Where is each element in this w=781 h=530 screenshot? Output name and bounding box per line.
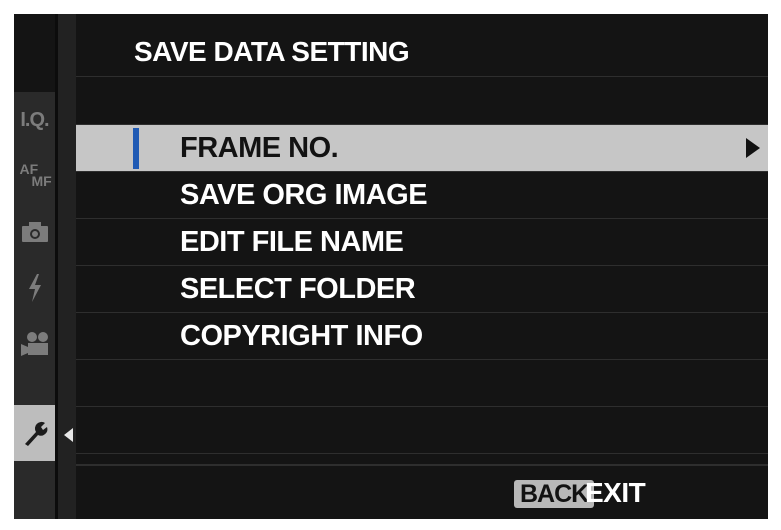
wrench-icon xyxy=(24,421,47,446)
sidebar-tab-setup[interactable] xyxy=(14,405,55,461)
sidebar-tab-movie[interactable] xyxy=(14,316,55,372)
exit-label: EXIT xyxy=(585,477,646,508)
menu-item-copyright-info[interactable]: COPYRIGHT INFO xyxy=(76,313,768,360)
flash-icon xyxy=(28,274,41,302)
selection-indicator xyxy=(133,128,139,169)
menu-item-frame-no[interactable]: FRAME NO. xyxy=(76,125,768,172)
menu-category-sidebar: I.Q. AF MF xyxy=(14,14,55,519)
sidebar-tab-af-mf[interactable]: AF MF xyxy=(14,148,55,204)
settings-menu-list: FRAME NO. SAVE ORG IMAGE EDIT FILE NAME … xyxy=(76,125,768,454)
menu-item-empty xyxy=(76,407,768,454)
menu-item-save-org-image[interactable]: SAVE ORG IMAGE xyxy=(76,172,768,219)
page-title: SAVE DATA SETTING xyxy=(134,36,410,67)
sidebar-tab-shooting[interactable] xyxy=(14,204,55,260)
submenu-arrow-icon xyxy=(746,138,760,158)
sidebar-tab-image-quality[interactable]: I.Q. xyxy=(14,92,55,148)
menu-item-select-folder[interactable]: SELECT FOLDER xyxy=(76,266,768,313)
sidebar-tab-flash[interactable] xyxy=(14,260,55,316)
iq-icon: I.Q. xyxy=(20,108,49,131)
menu-item-empty xyxy=(76,360,768,407)
collapse-arrow-icon xyxy=(64,428,73,442)
back-button[interactable]: BACK xyxy=(514,480,595,508)
camera-menu-screen: I.Q. AF MF SAVE DATA SETTING FRAME NO. S… xyxy=(14,14,768,519)
footer-divider xyxy=(76,464,768,466)
menu-panel: SAVE DATA SETTING FRAME NO. SAVE ORG IMA… xyxy=(76,14,768,519)
movie-camera-icon xyxy=(20,332,48,356)
af-mf-icon: AF MF xyxy=(19,161,52,189)
camera-icon xyxy=(21,222,48,242)
menu-item-edit-file-name[interactable]: EDIT FILE NAME xyxy=(76,219,768,266)
divider xyxy=(76,76,768,77)
